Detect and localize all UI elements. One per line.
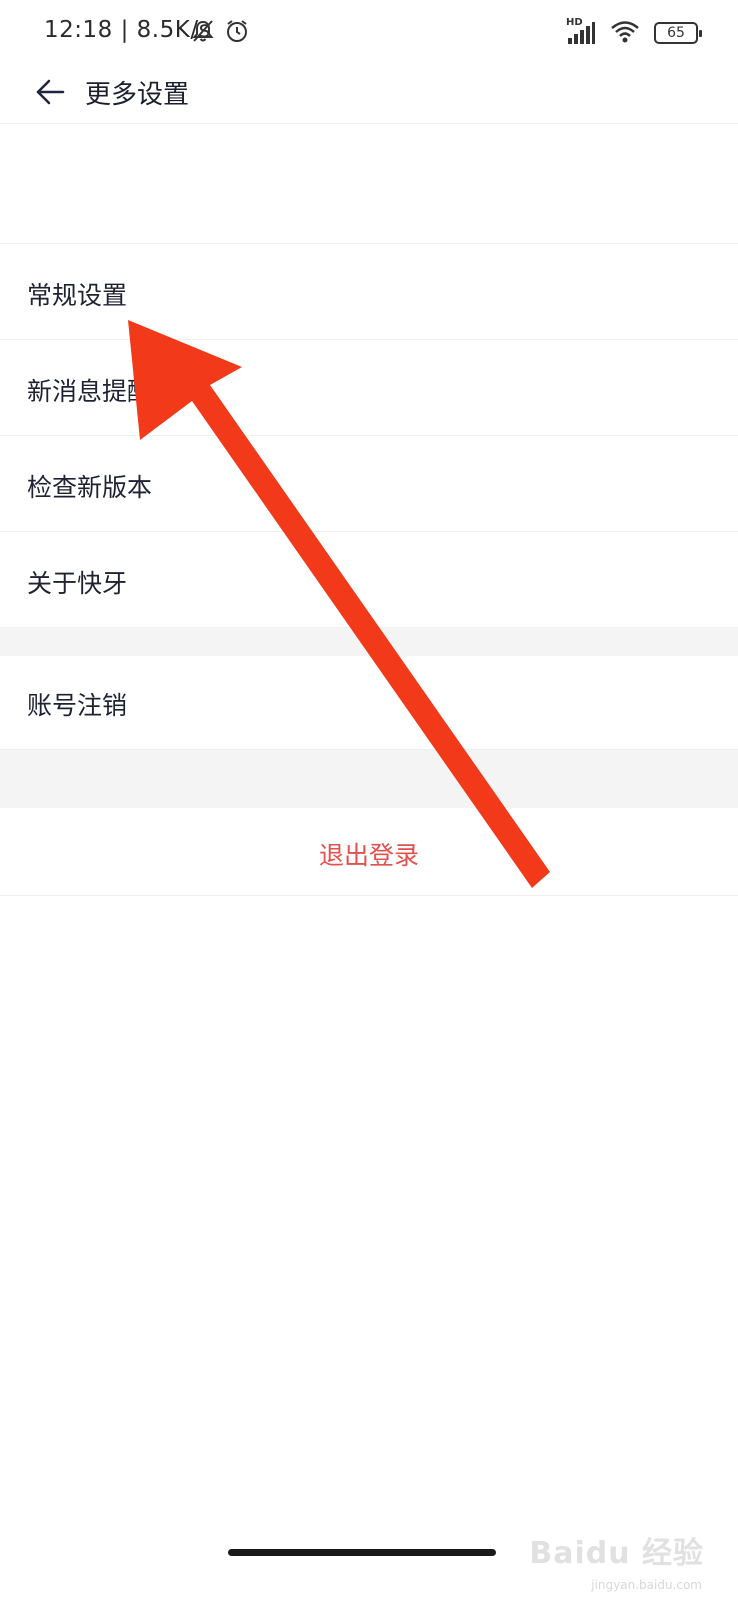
- app-header: 更多设置: [0, 64, 738, 124]
- blank-block: [0, 124, 738, 244]
- back-button[interactable]: [30, 72, 70, 112]
- account-cancellation-label: 账号注销: [27, 691, 128, 720]
- signal-icon: HD: [566, 17, 596, 46]
- logout-label: 退出登录: [318, 841, 419, 870]
- about-item[interactable]: 关于快牙: [0, 532, 738, 628]
- settings-screen: 12:18 | 8.5K/s HD 65 更多设置 常规设置 新消息提醒 检查新…: [0, 0, 738, 1600]
- general-settings-item[interactable]: 常规设置: [0, 244, 738, 340]
- section-divider: [0, 750, 738, 808]
- home-indicator[interactable]: [228, 1549, 496, 1556]
- baidu-watermark-url: jingyan.baidu.com: [591, 1578, 702, 1592]
- alarm-icon: [224, 18, 250, 48]
- new-message-reminder-item[interactable]: 新消息提醒: [0, 340, 738, 436]
- status-time: 12:18 | 8.5K/s: [44, 17, 212, 43]
- mute-bell-icon: [190, 18, 216, 48]
- back-arrow-icon: [36, 79, 65, 105]
- page-title: 更多设置: [85, 80, 190, 110]
- status-bar: 12:18 | 8.5K/s HD 65: [0, 0, 738, 64]
- section-divider: [0, 628, 738, 656]
- account-cancellation-item[interactable]: 账号注销: [0, 656, 738, 750]
- battery-level: 65: [667, 25, 685, 41]
- general-settings-label: 常规设置: [27, 281, 128, 310]
- logout-button[interactable]: 退出登录: [0, 808, 738, 896]
- about-label: 关于快牙: [27, 569, 128, 598]
- wifi-icon: [610, 19, 640, 47]
- new-message-reminder-label: 新消息提醒: [27, 377, 153, 406]
- check-new-version-label: 检查新版本: [27, 473, 153, 502]
- battery-icon: 65: [654, 22, 702, 44]
- baidu-watermark: Baidu 经验: [529, 1536, 704, 1571]
- check-new-version-item[interactable]: 检查新版本: [0, 436, 738, 532]
